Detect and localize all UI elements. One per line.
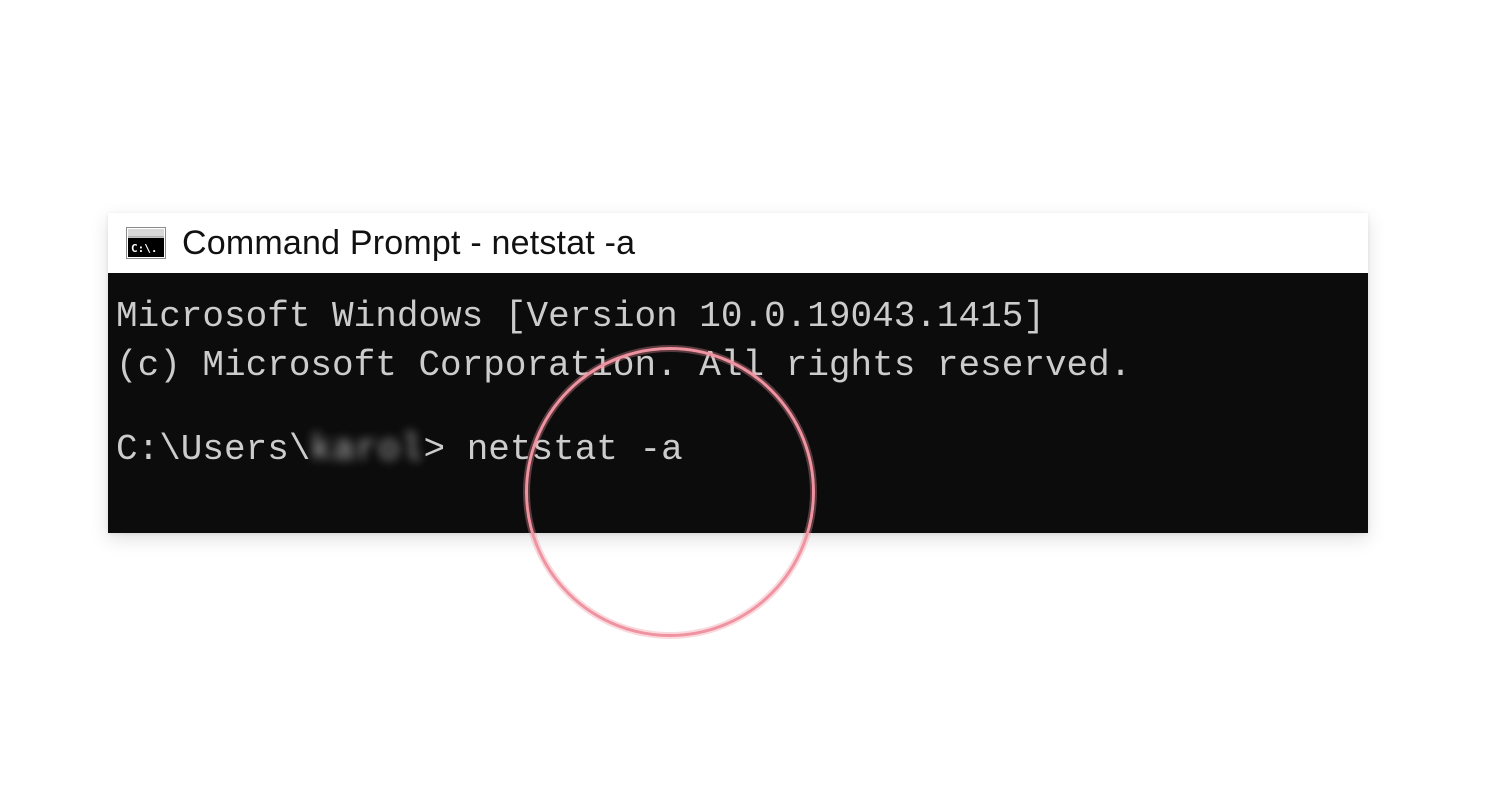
command-prompt-window: C:\. Command Prompt - netstat -a Microso… (108, 213, 1368, 533)
svg-text:C:\.: C:\. (131, 242, 158, 255)
window-title: Command Prompt - netstat -a (182, 224, 635, 263)
terminal-body[interactable]: Microsoft Windows [Version 10.0.19043.14… (108, 273, 1368, 533)
prompt-prefix: C:\Users\ (116, 429, 310, 470)
titlebar[interactable]: C:\. Command Prompt - netstat -a (108, 213, 1368, 273)
prompt-suffix: > (423, 429, 466, 470)
username-blurred: karol (310, 429, 423, 470)
command-prompt-icon: C:\. (126, 227, 166, 259)
prompt-line: C:\Users\karol> netstat -a (116, 426, 1358, 475)
command-text: netstat -a (467, 429, 683, 470)
version-line: Microsoft Windows [Version 10.0.19043.14… (116, 293, 1358, 342)
copyright-line: (c) Microsoft Corporation. All rights re… (116, 342, 1358, 391)
